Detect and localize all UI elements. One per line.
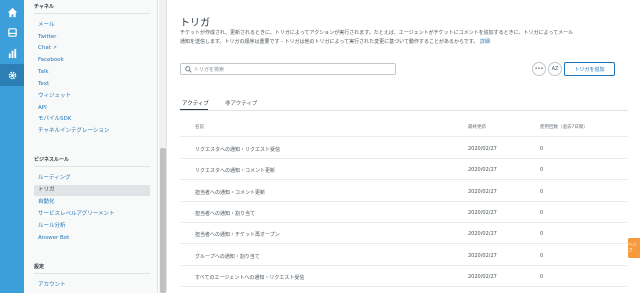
table-row-divider [180,200,628,202]
trigger-name[interactable]: グループへの通知・割り当て [195,253,260,260]
nav-item-text[interactable]: Text [34,79,150,90]
divider [180,110,628,111]
nav-item-account[interactable]: アカウント [34,280,150,291]
table-row-divider [180,179,628,181]
trigger-usage: 0 [540,146,544,152]
trigger-updated: 2020/02/27 [468,188,497,195]
page-description: チケットが作成され、更新されるときに、トリガによってアクションが実行されます。た… [180,29,600,47]
nav-item-answer-bot[interactable]: Answer Bot [34,233,150,244]
trigger-updated: 2020/02/27 [468,231,497,238]
learn-more-link[interactable]: 詳細 [480,39,490,45]
trigger-usage: 0 [540,188,544,195]
nav-item-mobile-sdk[interactable]: モバイルSDK [34,114,150,125]
nav-item-automations[interactable]: 自動化 [34,197,150,208]
nav-item-facebook[interactable]: Facebook [34,55,150,66]
trigger-usage: 0 [540,209,544,216]
nav-heading-channels: チャネル [34,4,54,10]
nav-item-api[interactable]: API [34,103,150,114]
divider [180,136,628,137]
nav-item-chat[interactable]: Chat ↗ [34,43,150,54]
trigger-updated: 2020/02/27 [468,252,497,259]
admin-gear-icon[interactable] [0,64,24,86]
tab-active[interactable]: アクティブ [182,99,209,107]
trigger-name[interactable]: 担当者への通知・コメント更新 [195,189,265,196]
trigger-name[interactable]: リクエスタへの通知・コメント更新 [195,167,275,174]
trigger-name[interactable]: リクエスタへの通知・リクエスト受信 [195,146,280,153]
nav-scrollbar-thumb[interactable] [160,148,166,293]
table-row-divider [180,158,628,159]
trigger-name[interactable]: 担当者への通知・割り当て [195,210,255,217]
table-row-divider [180,264,628,266]
nav-item-email[interactable]: メール [34,20,150,31]
admin-nav: チャネル メール Twitter Chat ↗ Facebook Talk Te… [24,0,158,293]
trigger-name[interactable]: すべてのエージェントへの通知・リクエスト受信 [195,274,304,281]
tab-inactive[interactable]: 非アクティブ [225,99,257,107]
nav-item-twitter[interactable]: Twitter [34,32,150,43]
help-tab[interactable]: ヘルプ [628,238,640,258]
nav-item-talk[interactable]: Talk [34,67,150,78]
nav-item-routing[interactable]: ルーティング [34,173,150,184]
trigger-updated: 2020/02/27 [468,209,497,216]
nav-item-rule-analysis[interactable]: ルール分析 [34,221,150,232]
page-title: トリガ [180,18,210,29]
table-row-divider [180,221,628,223]
views-icon[interactable] [0,21,24,43]
external-link-icon: ↗ [52,45,57,51]
nav-item-chat-label: Chat [38,45,51,51]
divider [34,273,150,274]
product-rail [0,0,24,293]
table-row-divider [180,285,628,287]
description-line-2: 通知を送信します。トリガの順序は重要です - トリガは他のトリガによって実行され… [180,39,479,45]
trigger-usage: 0 [540,252,544,259]
trigger-updated: 2020/02/27 [468,273,497,280]
trigger-usage: 0 [540,273,544,280]
nav-item-widget[interactable]: ウィジェット [34,91,150,102]
add-trigger-button[interactable]: トリガを追加 [564,62,615,76]
triggers-page: トリガ チケットが作成され、更新されるときに、トリガによってアクションが実行され… [168,0,640,293]
more-options-button[interactable]: ••• [532,62,546,76]
sort-button[interactable]: AZ [548,62,562,76]
trigger-updated: 2020/02/27 [468,167,497,174]
divider [34,13,150,14]
column-header-updated[interactable]: 最終更新 [468,124,486,130]
table-row-divider [180,243,628,245]
description-line-1: チケットが作成され、更新されるときに、トリガによってアクションが実行されます。た… [180,30,574,36]
nav-heading-settings: 設定 [34,264,45,270]
trigger-usage: 0 [540,167,544,174]
nav-item-channel-integrations[interactable]: チャネルインテグレーション [34,126,150,137]
home-icon[interactable] [0,1,24,23]
trigger-name[interactable]: 担当者への通知・チケット再オープン [195,231,280,238]
divider [34,166,150,167]
search-placeholder: トリガを検索 [194,67,225,73]
search-input[interactable]: トリガを検索 [180,63,396,75]
column-header-name[interactable]: 名前 [195,124,204,130]
nav-item-sla[interactable]: サービスレベルアグリーメント [34,209,150,220]
reporting-icon[interactable] [0,42,24,64]
column-header-usage[interactable]: 使用回数（過去7日間） [540,124,588,130]
nav-item-triggers[interactable]: トリガ [34,185,150,196]
search-icon [185,66,192,73]
trigger-usage: 0 [540,231,544,238]
nav-heading-business-rules: ビジネスルール [34,157,70,163]
trigger-updated: 2020/02/27 [468,146,497,152]
